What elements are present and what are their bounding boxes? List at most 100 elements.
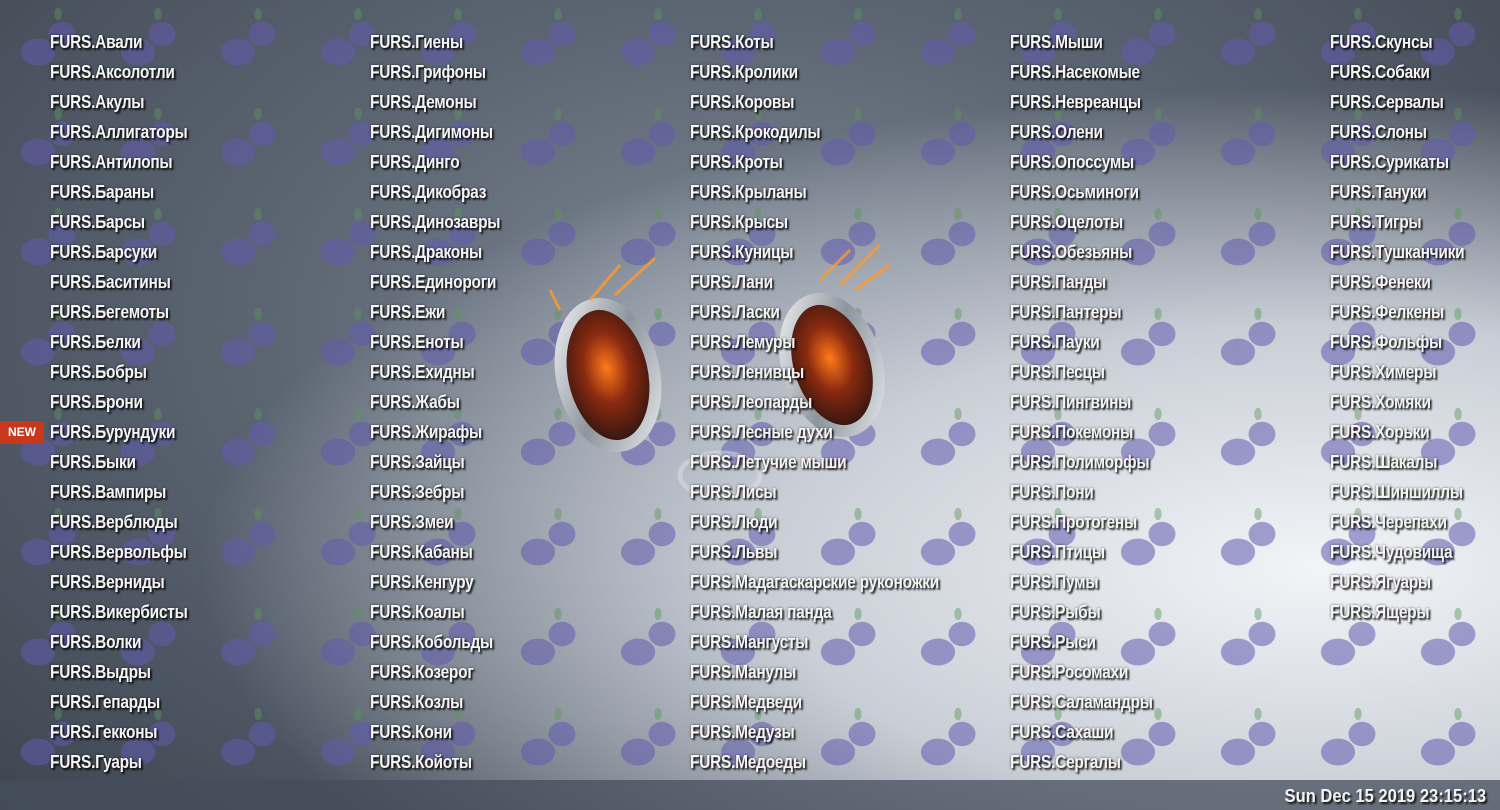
desktop-shortcut[interactable]: FURS.Викербисты [50,600,188,630]
desktop-shortcut[interactable]: FURS.Динозавры [370,210,501,240]
desktop-shortcut[interactable]: FURS.Сергалы [1010,750,1153,780]
desktop-shortcut[interactable]: FURS.Авали [50,30,188,60]
desktop-shortcut[interactable]: FURS.Мадагаскарские руконожки [690,570,939,600]
desktop-shortcut[interactable]: FURS.Бегемоты [50,300,188,330]
desktop-shortcut[interactable]: FURS.Ящеры [1330,600,1464,630]
desktop-shortcut[interactable]: FURS.Медузы [690,720,939,750]
desktop-shortcut[interactable]: FURS.Рыси [1010,630,1153,660]
desktop-shortcut[interactable]: FURS.Пумы [1010,570,1153,600]
desktop-shortcut[interactable]: FURS.Росомахи [1010,660,1153,690]
desktop-shortcut[interactable]: FURS.Драконы [370,240,500,270]
desktop-shortcut[interactable]: FURS.Леопарды [690,390,939,420]
desktop-shortcut[interactable]: FURS.Покемоны [1010,420,1153,450]
desktop-shortcut[interactable]: FURS.Обезьяны [1010,240,1153,270]
desktop-shortcut[interactable]: FURS.Ехидны [370,360,500,390]
desktop-shortcut[interactable]: FURS.Невреанцы [1010,90,1153,120]
desktop-shortcut[interactable]: FURS.Шакалы [1330,450,1464,480]
desktop-shortcut[interactable]: FURS.Бараны [50,180,188,210]
desktop-shortcut[interactable]: FURS.Собаки [1330,60,1464,90]
desktop-shortcut[interactable]: FURS.Тануки [1330,180,1464,210]
desktop-shortcut[interactable]: FURS.Аксолотли [50,60,188,90]
desktop-shortcut[interactable]: FURS.Птицы [1010,540,1153,570]
desktop-shortcut[interactable]: FURS.Полиморфы [1010,450,1153,480]
desktop-shortcut[interactable]: FURS.Единороги [370,270,500,300]
desktop-shortcut[interactable]: FURS.Бобры [50,360,188,390]
desktop-shortcut[interactable]: FURS.Койоты [370,750,500,780]
desktop-shortcut[interactable]: FURS.Черепахи [1330,510,1464,540]
desktop-shortcut[interactable]: FURS.Тушканчики [1330,240,1465,270]
desktop-shortcut[interactable]: FURS.Вервольфы [50,540,188,570]
desktop-shortcut[interactable]: FURS.Пони [1010,480,1153,510]
desktop-shortcut[interactable]: FURS.Кони [370,720,500,750]
desktop-shortcut[interactable]: FURS.Львы [690,540,939,570]
desktop-shortcut[interactable]: FURS.Ленивцы [690,360,939,390]
desktop-shortcut[interactable]: FURS.Насекомые [1010,60,1153,90]
desktop-shortcut[interactable]: FURS.Гекконы [50,720,188,750]
desktop-shortcut[interactable]: FURS.Лани [690,270,939,300]
desktop-shortcut[interactable]: FURS.Ежи [370,300,500,330]
desktop-shortcut[interactable]: FURS.Летучие мыши [690,450,939,480]
desktop-shortcut[interactable]: FURS.Оцелоты [1010,210,1153,240]
desktop-shortcut[interactable]: FURS.Барсуки [50,240,188,270]
desktop-shortcut[interactable]: FURS.Зебры [370,480,500,510]
desktop-shortcut[interactable]: FURS.Верниды [50,570,188,600]
desktop-shortcut[interactable]: FURS.Змеи [370,510,500,540]
desktop-shortcut[interactable]: FURS.Фольфы [1330,330,1464,360]
desktop-shortcut[interactable]: FURS.Ягуары [1330,570,1464,600]
desktop-shortcut[interactable]: FURS.Волки [50,630,188,660]
desktop-shortcut[interactable]: FURS.Гепарды [50,690,188,720]
desktop-shortcut[interactable]: FURS.Осьминоги [1010,180,1153,210]
desktop-shortcut[interactable]: FURS.Крысы [690,210,939,240]
desktop-shortcut[interactable]: FURS.Акулы [50,90,188,120]
desktop-shortcut[interactable]: FURS.Гуары [50,750,188,780]
desktop-shortcut[interactable]: FURS.Манулы [690,660,939,690]
desktop-shortcut[interactable]: FURS.Олени [1010,120,1153,150]
desktop-shortcut[interactable]: FURS.Фенеки [1330,270,1464,300]
desktop-shortcut[interactable]: FURS.Мыши [1010,30,1153,60]
desktop-shortcut[interactable]: FURS.Козлы [370,690,500,720]
clock[interactable]: Sun Dec 15 2019 23:15:13 [1284,786,1486,807]
desktop-shortcut[interactable]: FURS.Шиншиллы [1330,480,1464,510]
desktop-shortcut[interactable]: FURS.Пантеры [1010,300,1153,330]
desktop-shortcut[interactable]: FURS.Крокодилы [690,120,939,150]
desktop-shortcut[interactable]: FURS.Медведи [690,690,939,720]
desktop-shortcut[interactable]: FURS.Зайцы [370,450,500,480]
desktop-shortcut[interactable]: FURS.Выдры [50,660,188,690]
desktop-shortcut[interactable]: FURS.Пингвины [1010,390,1153,420]
desktop-shortcut[interactable]: FURS.Вампиры [50,480,188,510]
desktop-shortcut[interactable]: FURS.Кабаны [370,540,500,570]
desktop-shortcut[interactable]: FURS.Куницы [690,240,939,270]
desktop-shortcut[interactable]: FURS.Рыбы [1010,600,1153,630]
desktop-shortcut[interactable]: FURS.Бурундуки [50,420,188,450]
desktop-shortcut[interactable]: FURS.Фелкены [1330,300,1464,330]
desktop-shortcut[interactable]: FURS.Кобольды [370,630,500,660]
desktop-shortcut[interactable]: FURS.Кенгуру [370,570,500,600]
desktop-shortcut[interactable]: FURS.Кролики [690,60,939,90]
desktop-shortcut[interactable]: FURS.Сервалы [1330,90,1464,120]
desktop-shortcut[interactable]: FURS.Кроты [690,150,939,180]
desktop-shortcut[interactable]: FURS.Быки [50,450,188,480]
desktop-shortcut[interactable]: FURS.Мангусты [690,630,939,660]
desktop-shortcut[interactable]: FURS.Опоссумы [1010,150,1153,180]
desktop-shortcut[interactable]: FURS.Сахаши [1010,720,1153,750]
desktop-shortcut[interactable]: FURS.Гиены [370,30,500,60]
desktop-shortcut[interactable]: FURS.Брони [50,390,188,420]
desktop-shortcut[interactable]: FURS.Динго [370,150,500,180]
desktop-shortcut[interactable]: FURS.Панды [1010,270,1153,300]
desktop-shortcut[interactable]: FURS.Демоны [370,90,500,120]
desktop-shortcut[interactable]: FURS.Чудовища [1330,540,1464,570]
desktop-shortcut[interactable]: FURS.Белки [50,330,188,360]
desktop-shortcut[interactable]: FURS.Пауки [1010,330,1153,360]
desktop-shortcut[interactable]: FURS.Антилопы [50,150,188,180]
desktop-shortcut[interactable]: FURS.Козерог [370,660,500,690]
desktop-shortcut[interactable]: FURS.Медоеды [690,750,939,780]
desktop-shortcut[interactable]: FURS.Дикобраз [370,180,500,210]
desktop-shortcut[interactable]: FURS.Химеры [1330,360,1464,390]
desktop-shortcut[interactable]: FURS.Скунсы [1330,30,1464,60]
desktop-shortcut[interactable]: FURS.Саламандры [1010,690,1153,720]
desktop-shortcut[interactable]: FURS.Протогены [1010,510,1153,540]
desktop-shortcut[interactable]: FURS.Жабы [370,390,500,420]
desktop-shortcut[interactable]: FURS.Сурикаты [1330,150,1464,180]
desktop-shortcut[interactable]: FURS.Ласки [690,300,939,330]
desktop-shortcut[interactable]: FURS.Грифоны [370,60,500,90]
